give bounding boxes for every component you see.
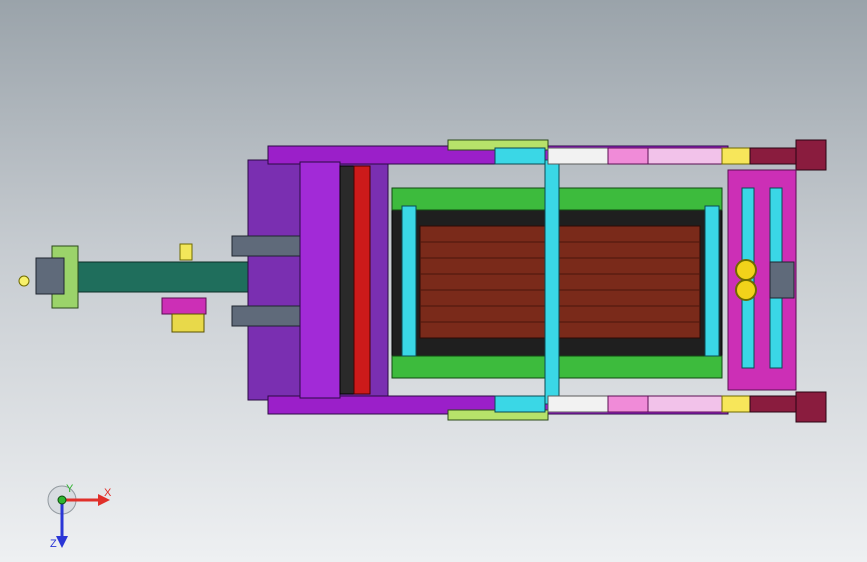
top-rail-details[interactable] bbox=[447, 139, 827, 171]
cad-viewport[interactable]: X Y Z bbox=[0, 0, 867, 562]
x-axis-label: X bbox=[104, 487, 112, 499]
right-side-assembly[interactable] bbox=[727, 169, 797, 391]
axis-triad: X Y Z bbox=[47, 483, 112, 550]
assembly-model[interactable] bbox=[0, 0, 867, 562]
conveyor-section[interactable] bbox=[391, 159, 723, 405]
z-axis-arrow-icon bbox=[56, 536, 68, 548]
y-axis-dot-icon bbox=[57, 495, 67, 505]
bottom-rail-details[interactable] bbox=[447, 391, 827, 423]
z-axis-label: Z bbox=[50, 538, 57, 550]
y-axis-label: Y bbox=[66, 483, 74, 495]
